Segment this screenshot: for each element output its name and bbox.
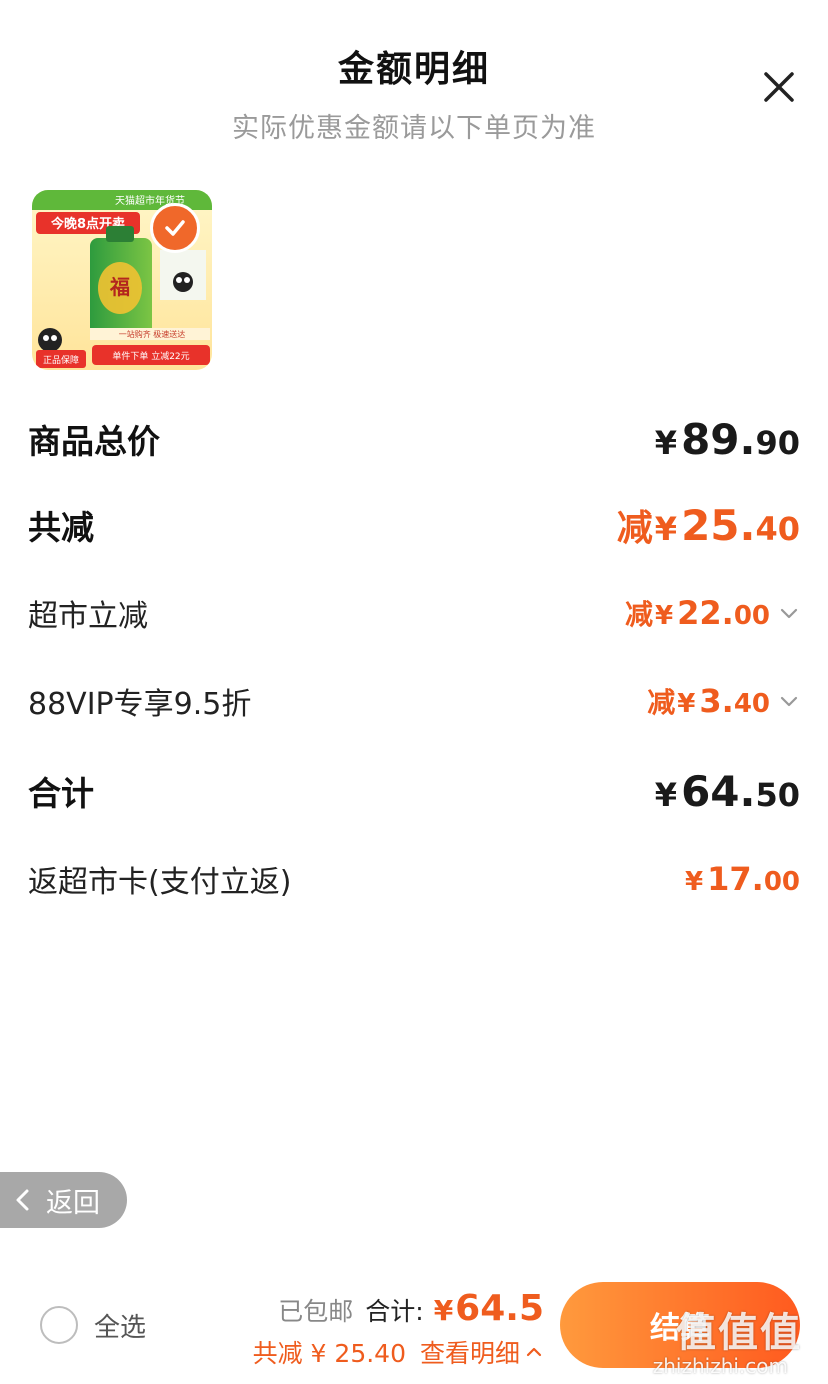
currency-symbol: ¥ <box>655 601 674 631</box>
chevron-left-icon <box>16 1189 29 1211</box>
view-detail-label: 查看明细 <box>419 1339 520 1368</box>
currency-symbol: ¥ <box>654 510 678 548</box>
amount-integer: 25. <box>681 501 756 550</box>
back-button[interactable]: 返回 <box>0 1172 127 1228</box>
subtotal-label: 合计 <box>28 774 94 813</box>
sheet-header: 金额明细 实际优惠金额请以下单页为准 <box>0 40 828 145</box>
amount-decimal: 40 <box>733 689 770 719</box>
row-market-discount[interactable]: 超市立减 减 ¥ 22. 00 <box>28 588 800 638</box>
row-total-discount: 共减 减 ¥ 25. 40 <box>28 500 800 550</box>
card-rebate-label: 返超市卡(支付立返) <box>28 865 292 900</box>
select-all-label: 全选 <box>94 1312 147 1343</box>
svg-text:福: 福 <box>109 275 130 299</box>
sheet-title: 金额明细 <box>337 49 490 90</box>
total-discount-amount: 减 ¥ 25. 40 <box>617 499 800 551</box>
close-icon <box>764 72 794 102</box>
total-label: 合计: <box>365 1297 424 1326</box>
close-button[interactable] <box>760 68 798 106</box>
select-all-radio[interactable] <box>40 1306 78 1344</box>
row-goods-total: 商品总价 ¥ 89. 90 <box>28 414 800 464</box>
amount-integer: 3. <box>699 682 734 720</box>
discount-prefix: 减 <box>625 598 654 631</box>
total-summary: 已包邮 合计: ¥ 64.5 <box>278 1288 544 1329</box>
watermark-url: zhizhizhi.com <box>652 1354 788 1378</box>
goods-total-label: 商品总价 <box>28 422 160 461</box>
row-vip-discount[interactable]: 88VIP专享9.5折 减 ¥ 3. 40 <box>28 676 800 726</box>
market-discount-label: 超市立减 <box>28 599 148 634</box>
discount-summary: 共减 ¥ 25.40 查看明细 <box>253 1334 544 1370</box>
sheet-subtitle: 实际优惠金额请以下单页为准 <box>232 113 596 144</box>
chevron-down-icon[interactable] <box>778 690 800 712</box>
market-discount-amount: 减 ¥ 22. 00 <box>625 593 800 633</box>
checkmark-icon <box>165 220 185 236</box>
free-shipping-label: 已包邮 <box>278 1297 354 1326</box>
amount-decimal: 00 <box>763 867 800 897</box>
discount-prefix: 减 <box>647 686 676 719</box>
currency-symbol: ¥ <box>654 775 678 814</box>
promo-bottom-text: 单件下单 立减22元 <box>112 350 189 362</box>
row-subtotal: 合计 ¥ 64. 50 <box>28 766 800 816</box>
amount-detail-sheet: 金额明细 实际优惠金额请以下单页为准 天猫超市年货节 今晚8点开卖 福 一站购齐… <box>0 0 828 1384</box>
discount-text: 共减 ¥ 25.40 <box>252 1339 406 1368</box>
total-discount-label: 共减 <box>28 508 94 547</box>
subtotal-amount: ¥ 64. 50 <box>655 767 800 816</box>
chevron-down-icon[interactable] <box>778 602 800 624</box>
amount-integer: 64. <box>681 766 756 816</box>
amount-decimal: 40 <box>755 510 800 548</box>
currency-symbol: ¥ <box>685 867 704 897</box>
card-rebate-amount: ¥ 17. 00 <box>685 860 800 898</box>
row-card-rebate: 返超市卡(支付立返) ¥ 17. 00 <box>28 854 800 904</box>
amount-decimal: 50 <box>755 775 800 814</box>
watermark-logo: 值值值 <box>676 1310 802 1356</box>
amount-decimal: 00 <box>733 601 770 631</box>
total-value: 64.5 <box>455 1288 544 1329</box>
total-currency: ¥ <box>433 1294 454 1327</box>
discount-prefix: 减 <box>616 508 653 549</box>
select-all-toggle[interactable]: 全选 <box>40 1306 146 1344</box>
vip-discount-label: 88VIP专享9.5折 <box>28 687 252 722</box>
currency-symbol: ¥ <box>677 689 696 719</box>
vip-discount-amount: 减 ¥ 3. 40 <box>647 681 800 721</box>
amount-decimal: 90 <box>755 423 800 462</box>
amount-integer: 17. <box>707 860 764 898</box>
goods-total-amount: ¥ 89. 90 <box>655 415 800 464</box>
back-label: 返回 <box>46 1187 100 1219</box>
currency-symbol: ¥ <box>654 423 678 462</box>
promo-line-text: 一站购齐 极速送达 <box>119 329 186 339</box>
chevron-up-icon <box>526 1347 542 1357</box>
view-detail-link[interactable]: 查看明细 <box>420 1334 544 1370</box>
guarantee-text: 正品保障 <box>43 354 79 366</box>
amount-integer: 22. <box>677 594 734 632</box>
product-selected-check[interactable] <box>150 203 200 253</box>
amount-integer: 89. <box>681 414 756 464</box>
